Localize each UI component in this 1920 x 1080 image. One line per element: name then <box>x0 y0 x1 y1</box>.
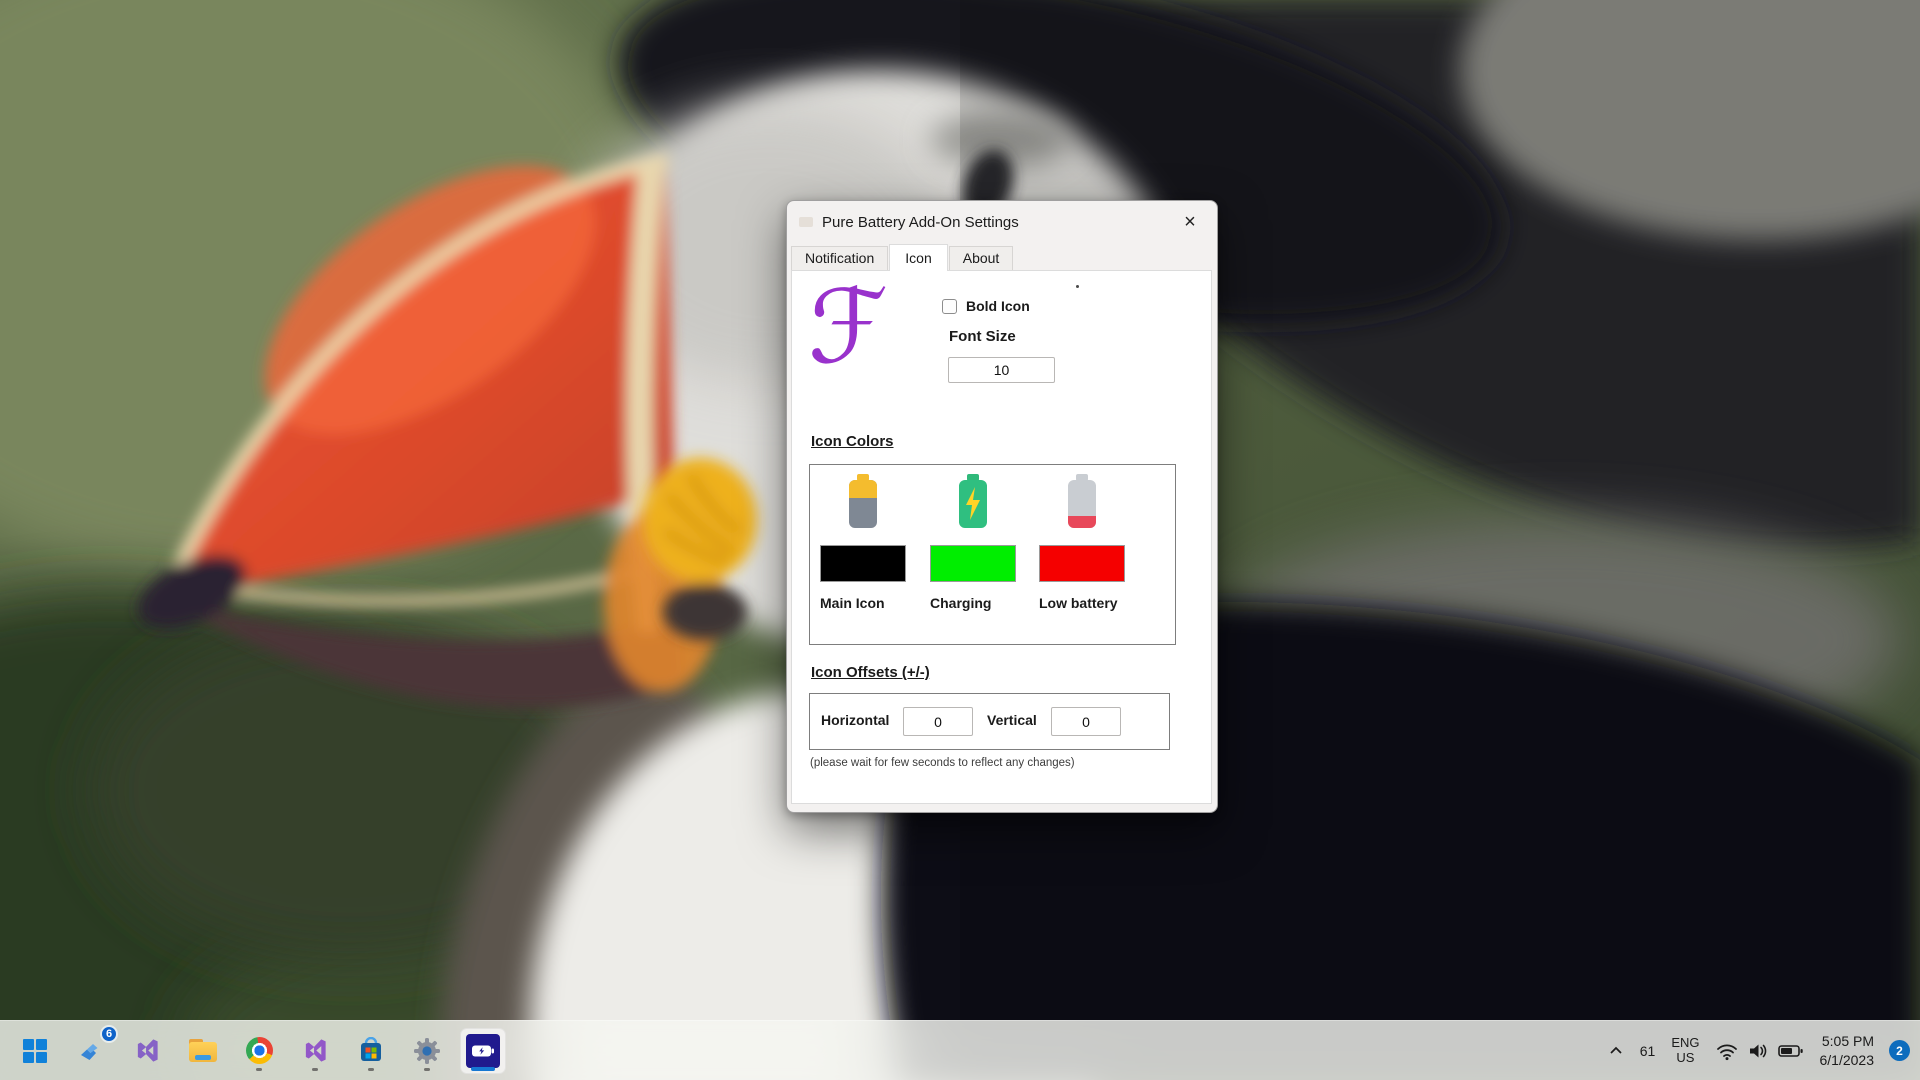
charging-label: Charging <box>930 595 991 611</box>
windows-logo-icon <box>23 1039 47 1063</box>
main-icon-label: Main Icon <box>820 595 885 611</box>
azure-devops-badge: 6 <box>100 1025 118 1043</box>
volume-icon <box>1747 1041 1769 1061</box>
clock[interactable]: 5:05 PM 6/1/2023 <box>1813 1031 1882 1071</box>
vertical-offset-input[interactable] <box>1051 707 1121 736</box>
color-column-low: Low battery <box>1039 465 1125 644</box>
system-tray: 61 ENG US <box>1601 1031 1920 1071</box>
tray-time: 5:05 PM <box>1822 1032 1874 1050</box>
file-explorer-icon <box>189 1039 217 1063</box>
icon-offsets-heading: Icon Offsets (+/-) <box>811 664 930 681</box>
font-icon-preview: ℱ <box>808 277 888 379</box>
tab-strip: Notification Icon About <box>791 243 1212 270</box>
icon-offsets-group: Horizontal Vertical <box>809 693 1170 750</box>
visual-studio-icon <box>302 1037 329 1064</box>
vertical-label: Vertical <box>987 712 1037 728</box>
taskbar-item-file-explorer[interactable] <box>180 1028 226 1074</box>
horizontal-label: Horizontal <box>821 712 889 728</box>
start-button[interactable] <box>12 1028 58 1074</box>
tray-battery-percent[interactable]: 61 <box>1633 1031 1663 1071</box>
battery-icon <box>1778 1041 1804 1061</box>
tray-overflow-button[interactable] <box>1601 1031 1631 1071</box>
language-line1: ENG <box>1671 1036 1699 1051</box>
icon-colors-group: Main Icon Charging <box>809 464 1176 645</box>
microsoft-store-icon <box>357 1037 385 1065</box>
visual-studio-icon <box>134 1037 161 1064</box>
notification-count-badge[interactable]: 2 <box>1889 1040 1910 1061</box>
language-indicator[interactable]: ENG US <box>1664 1031 1706 1071</box>
taskbar-item-settings[interactable] <box>404 1028 450 1074</box>
close-button[interactable]: × <box>1173 206 1207 238</box>
taskbar: 6 <box>0 1020 1920 1080</box>
taskbar-item-pure-battery-addon[interactable] <box>460 1028 506 1074</box>
settings-gear-icon <box>413 1037 441 1065</box>
tab-control: Notification Icon About ℱ Bold Icon Font… <box>791 243 1212 804</box>
window-title: Pure Battery Add-On Settings <box>822 214 1019 231</box>
running-indicator <box>256 1068 262 1071</box>
tray-date: 6/1/2023 <box>1820 1051 1875 1069</box>
taskbar-item-azure-devops[interactable]: 6 <box>68 1028 114 1074</box>
window-titlebar[interactable]: Pure Battery Add-On Settings × <box>787 201 1217 243</box>
wifi-icon <box>1716 1041 1738 1061</box>
tab-about[interactable]: About <box>949 246 1014 270</box>
close-icon: × <box>1184 211 1196 234</box>
running-indicator <box>368 1068 374 1071</box>
stray-dot <box>1076 285 1079 288</box>
settings-footnote: (please wait for few seconds to reflect … <box>810 757 1075 769</box>
taskbar-item-microsoft-store[interactable] <box>348 1028 394 1074</box>
tray-status-icons[interactable] <box>1709 1031 1811 1071</box>
horizontal-offset-input[interactable] <box>903 707 973 736</box>
active-indicator <box>471 1067 495 1071</box>
app-icon <box>799 217 813 227</box>
bold-icon-checkbox[interactable] <box>942 299 957 314</box>
font-size-label: Font Size <box>949 328 1016 345</box>
tab-icon[interactable]: Icon <box>889 244 947 271</box>
taskbar-item-visual-studio-2[interactable] <box>292 1028 338 1074</box>
font-size-input[interactable] <box>948 357 1055 383</box>
desktop: Pure Battery Add-On Settings × Notificat… <box>0 0 1920 1080</box>
battery-charging-icon <box>956 474 990 530</box>
low-battery-color-swatch[interactable] <box>1039 545 1125 582</box>
pure-battery-settings-window: Pure Battery Add-On Settings × Notificat… <box>786 200 1218 813</box>
azure-devops-icon <box>77 1037 105 1065</box>
chevron-up-icon <box>1608 1043 1624 1059</box>
running-indicator <box>424 1068 430 1071</box>
tab-notification[interactable]: Notification <box>791 246 888 270</box>
running-indicator <box>312 1068 318 1071</box>
battery-main-icon <box>846 474 880 530</box>
chrome-icon <box>246 1037 273 1064</box>
color-column-main: Main Icon <box>820 465 906 644</box>
language-line2: US <box>1676 1051 1694 1066</box>
bold-icon-label: Bold Icon <box>966 298 1030 314</box>
taskbar-item-visual-studio[interactable] <box>124 1028 170 1074</box>
icon-colors-heading: Icon Colors <box>811 433 894 450</box>
pure-battery-app-icon <box>466 1034 500 1068</box>
icon-tab-page: ℱ Bold Icon Font Size Icon Colors <box>791 270 1212 804</box>
taskbar-item-chrome[interactable] <box>236 1028 282 1074</box>
taskbar-apps: 6 <box>0 1028 506 1074</box>
low-battery-label: Low battery <box>1039 595 1118 611</box>
charging-color-swatch[interactable] <box>930 545 1016 582</box>
battery-low-icon <box>1065 474 1099 530</box>
main-icon-color-swatch[interactable] <box>820 545 906 582</box>
color-column-charging: Charging <box>930 465 1016 644</box>
